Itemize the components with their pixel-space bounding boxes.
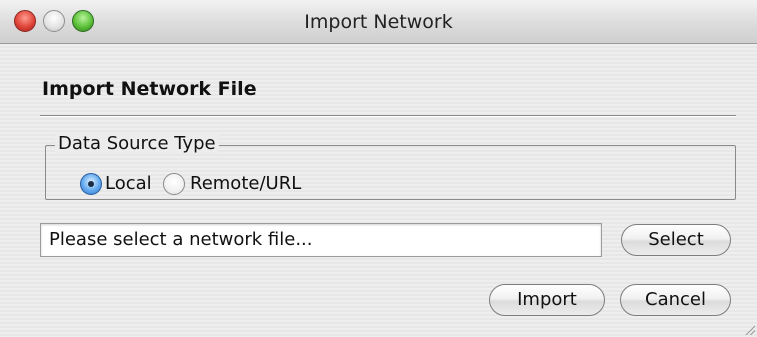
window-title: Import Network — [304, 11, 453, 33]
network-file-field[interactable]: Please select a network file... — [40, 223, 602, 257]
radio-remote-url[interactable] — [163, 173, 185, 195]
select-button[interactable]: Select — [621, 224, 731, 256]
radio-remote-url-label[interactable]: Remote/URL — [190, 173, 301, 195]
import-network-window: Import Network Import Network File Data … — [0, 0, 757, 337]
radio-local[interactable] — [80, 173, 102, 195]
title-bar[interactable]: Import Network — [0, 0, 757, 44]
data-source-type-legend: Data Source Type — [55, 133, 219, 154]
heading-divider — [40, 115, 736, 117]
page-heading: Import Network File — [42, 78, 257, 100]
radio-local-label[interactable]: Local — [105, 173, 152, 195]
import-button[interactable]: Import — [489, 284, 605, 316]
resize-grip-icon[interactable] — [743, 323, 755, 335]
cancel-button[interactable]: Cancel — [620, 284, 731, 316]
